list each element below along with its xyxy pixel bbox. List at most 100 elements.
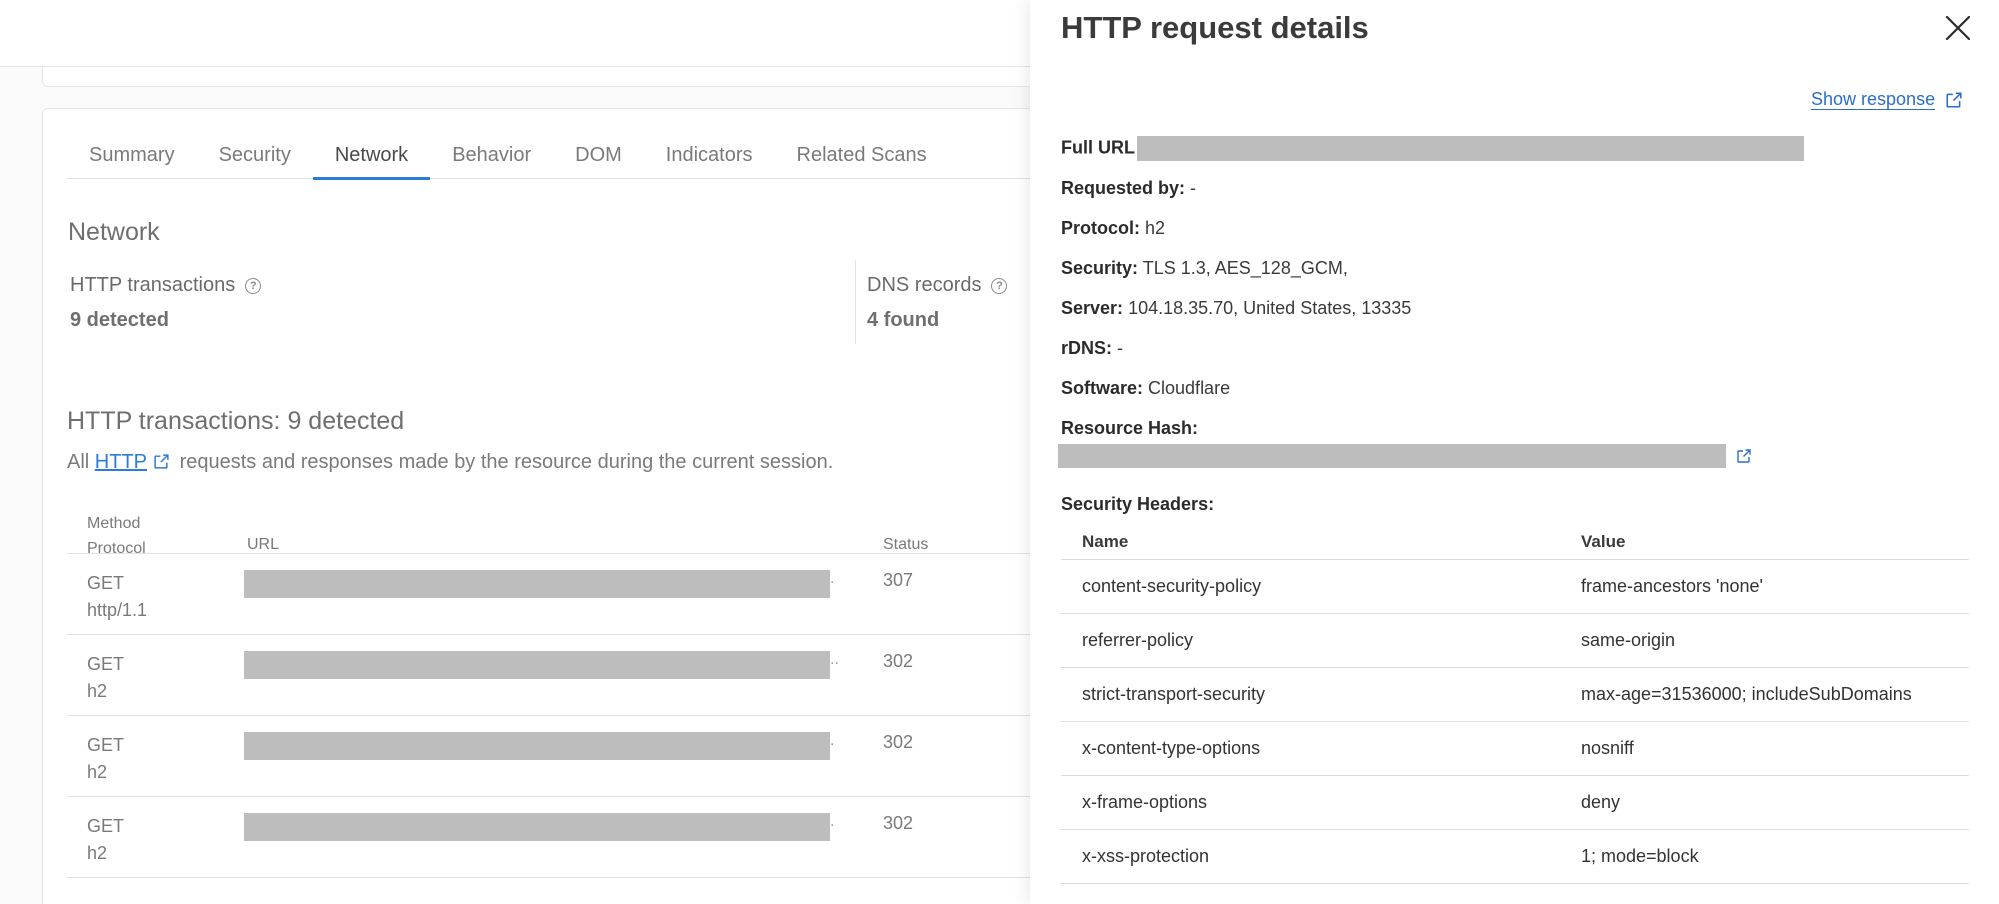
network-section-title: Network bbox=[68, 218, 160, 246]
server-field: Server: 104.18.35.70, United States, 133… bbox=[1061, 298, 1411, 319]
row-method: GET bbox=[87, 735, 125, 755]
table-row: x-frame-options deny bbox=[1061, 776, 1969, 830]
security-headers-heading: Security Headers: bbox=[1061, 494, 1214, 515]
protocol-field: Protocol: h2 bbox=[1061, 218, 1165, 239]
tab-network[interactable]: Network bbox=[312, 131, 431, 180]
header-name: x-frame-options bbox=[1082, 792, 1208, 812]
external-link-icon[interactable] bbox=[1736, 448, 1752, 464]
security-headers-label: Security Headers: bbox=[1061, 494, 1215, 514]
full-url-field: Full URL bbox=[1061, 136, 1804, 161]
url-ellipsis: . bbox=[830, 732, 835, 749]
header-name: strict-transport-security bbox=[1082, 684, 1266, 704]
server-value: 104.18.35.70, United States, 13335 bbox=[1128, 298, 1412, 318]
tab-summary[interactable]: Summary bbox=[67, 131, 197, 179]
table-header: Method Protocol URL Status bbox=[67, 499, 1137, 557]
header-name: x-content-type-options bbox=[1082, 738, 1261, 758]
security-label: Security: bbox=[1061, 258, 1139, 278]
security-headers-table: Name Value content-security-policy frame… bbox=[1061, 526, 1969, 884]
request-details-drawer: HTTP request details Show response Full … bbox=[1030, 0, 1999, 904]
row-status: 307 bbox=[883, 570, 914, 590]
row-status: 302 bbox=[883, 651, 914, 671]
header-value: frame-ancestors 'none' bbox=[1581, 576, 1763, 596]
redacted-url[interactable] bbox=[244, 732, 830, 760]
http-link[interactable]: HTTP bbox=[95, 451, 147, 473]
table-row[interactable]: GET http/1.1 . 307 bbox=[67, 554, 1137, 635]
resource-hash-label: Resource Hash: bbox=[1061, 418, 1199, 438]
header-value: deny bbox=[1581, 792, 1621, 812]
tab-related-scans[interactable]: Related Scans bbox=[775, 131, 949, 179]
close-icon bbox=[1945, 15, 1971, 41]
software-label: Software: bbox=[1061, 378, 1144, 398]
header-value: nosniff bbox=[1581, 738, 1634, 758]
tab-behavior[interactable]: Behavior bbox=[430, 131, 553, 179]
table-row: strict-transport-security max-age=315360… bbox=[1061, 668, 1969, 722]
table-row[interactable]: GET h2 .. 302 bbox=[67, 635, 1137, 716]
rdns-field: rDNS: - bbox=[1061, 338, 1123, 359]
table-row: x-xss-protection 1; mode=block bbox=[1061, 830, 1969, 884]
url-ellipsis: . bbox=[830, 813, 835, 830]
rdns-value: - bbox=[1117, 338, 1124, 358]
row-protocol: http/1.1 bbox=[87, 600, 148, 620]
redacted-url[interactable] bbox=[244, 813, 830, 841]
software-value: Cloudflare bbox=[1148, 378, 1231, 398]
table-row[interactable]: GET h2 . 302 bbox=[67, 716, 1137, 797]
requested-by-value: - bbox=[1190, 178, 1197, 198]
row-method: GET bbox=[87, 816, 125, 836]
resource-hash-field: Resource Hash: bbox=[1061, 418, 1198, 439]
desc-suffix: requests and responses made by the resou… bbox=[179, 451, 834, 473]
dns-records-stat: DNS records ? 4 found bbox=[867, 274, 1008, 332]
show-response-label: Show response bbox=[1811, 89, 1936, 109]
help-icon[interactable]: ? bbox=[991, 277, 1008, 294]
drawer-title: HTTP request details bbox=[1061, 10, 1369, 45]
http-transactions-description: All HTTP requests and responses made by … bbox=[67, 451, 833, 474]
table-row: x-content-type-options nosniff bbox=[1061, 722, 1969, 776]
header-value: 1; mode=block bbox=[1581, 846, 1699, 866]
protocol-value: h2 bbox=[1145, 218, 1166, 238]
tab-security[interactable]: Security bbox=[197, 131, 313, 179]
redacted-url[interactable] bbox=[244, 570, 830, 598]
close-button[interactable] bbox=[1938, 8, 1978, 48]
status-column-header: Status bbox=[883, 536, 929, 553]
previous-card bbox=[42, 67, 1142, 87]
row-status: 302 bbox=[883, 732, 914, 752]
rdns-label: rDNS: bbox=[1061, 338, 1113, 358]
row-status: 302 bbox=[883, 813, 914, 833]
row-method: GET bbox=[87, 654, 125, 674]
header-name: x-xss-protection bbox=[1082, 846, 1210, 866]
row-method: GET bbox=[87, 573, 125, 593]
row-protocol: h2 bbox=[87, 762, 108, 782]
http-transactions-table: Method Protocol URL Status GET http/1.1 … bbox=[67, 499, 1137, 878]
full-url-label: Full URL bbox=[1061, 137, 1135, 158]
desc-prefix: All bbox=[67, 451, 90, 473]
show-response-link[interactable]: Show response bbox=[1811, 89, 1963, 110]
value-column-header: Value bbox=[1581, 532, 1626, 551]
security-headers-table-header: Name Value bbox=[1061, 526, 1969, 560]
help-icon[interactable]: ? bbox=[245, 277, 262, 294]
protocol-label: Protocol: bbox=[1061, 218, 1140, 238]
header-value: same-origin bbox=[1581, 630, 1676, 650]
http-transactions-label: HTTP transactions bbox=[70, 274, 236, 296]
header-name: content-security-policy bbox=[1082, 576, 1262, 596]
table-row: referrer-policy same-origin bbox=[1061, 614, 1969, 668]
http-transactions-stat: HTTP transactions ? 9 detected bbox=[70, 274, 262, 332]
url-ellipsis: .. bbox=[830, 651, 839, 668]
external-link-icon[interactable] bbox=[153, 453, 170, 470]
tab-indicators[interactable]: Indicators bbox=[644, 131, 775, 179]
redacted-full-url bbox=[1137, 136, 1804, 161]
tab-dom[interactable]: DOM bbox=[553, 131, 644, 179]
resource-hash-row bbox=[1058, 444, 1752, 468]
method-column-header: Method bbox=[87, 515, 141, 532]
header-name: referrer-policy bbox=[1082, 630, 1194, 650]
stat-divider bbox=[855, 260, 856, 344]
table-row[interactable]: GET h2 . 302 bbox=[67, 797, 1137, 878]
security-field: Security: TLS 1.3, AES_128_GCM, bbox=[1061, 258, 1348, 279]
url-column-header: URL bbox=[247, 536, 280, 553]
row-protocol: h2 bbox=[87, 681, 108, 701]
http-transactions-title: HTTP transactions: 9 detected bbox=[67, 407, 405, 435]
http-transactions-value: 9 detected bbox=[70, 309, 169, 331]
result-tabs: Summary Security Network Behavior DOM In… bbox=[67, 131, 1137, 180]
external-link-icon bbox=[1946, 91, 1962, 108]
software-field: Software: Cloudflare bbox=[1061, 378, 1230, 399]
row-protocol: h2 bbox=[87, 843, 108, 863]
redacted-url[interactable] bbox=[244, 651, 830, 679]
